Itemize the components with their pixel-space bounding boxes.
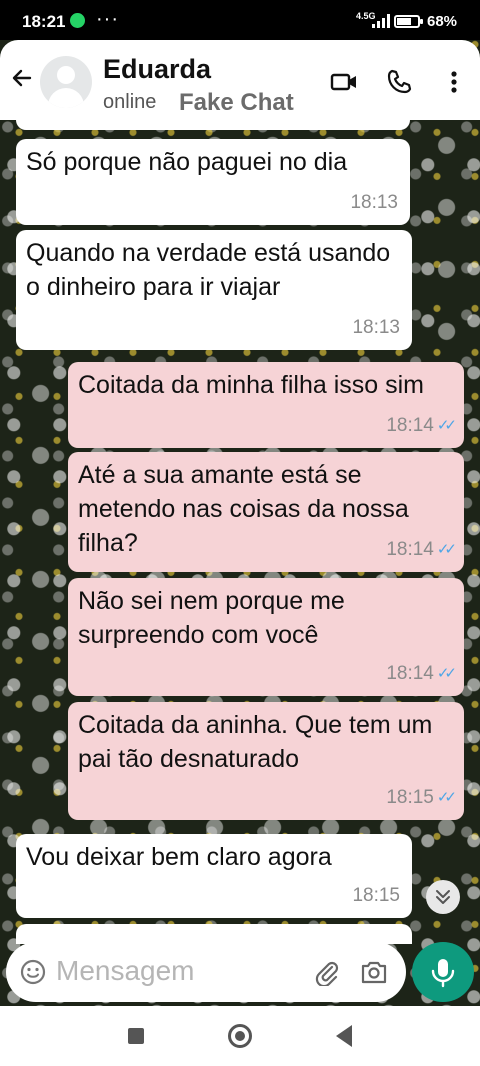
message-time: 18:13 — [352, 317, 400, 338]
microphone-icon — [431, 959, 455, 988]
battery-percent: 68% — [427, 13, 458, 30]
whatsapp-notification-icon — [70, 13, 85, 28]
message-time: 18:14 — [386, 539, 434, 560]
signal-icon — [372, 14, 390, 28]
message-bubble-partial — [16, 924, 412, 944]
message-text: Não sei nem porque me surpreendo com voc… — [78, 587, 345, 649]
message-time: 18:14 — [386, 663, 434, 684]
message-input[interactable]: Mensagem — [56, 955, 195, 987]
video-call-icon[interactable] — [330, 68, 358, 96]
watermark-label: Fake Chat — [179, 89, 294, 116]
contact-avatar[interactable] — [40, 56, 92, 108]
camera-icon[interactable] — [360, 959, 388, 985]
message-bubble-incoming[interactable]: Quando na verdade está usando o dinheiro… — [16, 230, 412, 350]
read-receipt-icon: ✓✓ — [436, 541, 457, 558]
microphone-button[interactable] — [412, 942, 474, 1002]
contact-name[interactable]: Eduarda — [103, 54, 211, 85]
message-bubble-outgoing[interactable]: Coitada da minha filha isso sim 18:14 ✓✓ — [68, 362, 464, 448]
home-button[interactable] — [228, 1024, 252, 1048]
message-time: 18:13 — [350, 192, 398, 213]
back-arrow-icon[interactable] — [10, 66, 34, 90]
read-receipt-icon: ✓✓ — [436, 665, 457, 682]
notification-dots: ··· — [96, 8, 119, 30]
message-bubble-outgoing[interactable]: Não sei nem porque me surpreendo com voc… — [68, 578, 464, 696]
message-bubble-incoming[interactable]: Vou deixar bem claro agora 18:15 — [16, 834, 412, 918]
more-options-icon[interactable] — [440, 68, 468, 96]
message-text: Só porque não paguei no dia — [26, 148, 348, 176]
message-time: 18:15 — [386, 787, 434, 808]
read-receipt-icon: ✓✓ — [436, 789, 457, 806]
message-time: 18:15 — [352, 885, 400, 906]
read-receipt-icon: ✓✓ — [436, 417, 457, 434]
message-text: Coitada da aninha. Que tem um pai tão de… — [78, 711, 433, 773]
message-composer[interactable]: Mensagem — [6, 942, 406, 1002]
status-time: 18:21 — [22, 12, 66, 31]
voice-call-icon[interactable] — [385, 68, 413, 96]
message-text: Coitada da minha filha isso sim — [78, 371, 424, 399]
message-bubble-incoming[interactable]: Só porque não paguei no dia 18:13 — [16, 139, 410, 225]
message-text: Quando na verdade está usando o dinheiro… — [26, 239, 391, 301]
scroll-to-bottom-button[interactable] — [426, 880, 460, 914]
status-bar: 18:21 ··· 4.5G 68% — [0, 0, 480, 40]
message-time: 18:14 — [386, 415, 434, 436]
message-text: Vou deixar bem claro agora — [26, 843, 332, 871]
battery-icon — [394, 15, 423, 28]
recent-apps-button[interactable] — [128, 1028, 144, 1044]
system-back-button[interactable] — [336, 1025, 352, 1047]
contact-status: online — [103, 91, 157, 113]
message-bubble-outgoing[interactable]: Até a sua amante está se metendo nas coi… — [68, 452, 464, 572]
double-chevron-down-icon — [436, 890, 450, 904]
attachment-icon[interactable] — [312, 958, 340, 986]
message-bubble-outgoing[interactable]: Coitada da aninha. Que tem um pai tão de… — [68, 702, 464, 820]
system-navigation-bar — [0, 1006, 480, 1066]
emoji-icon[interactable] — [20, 959, 46, 985]
